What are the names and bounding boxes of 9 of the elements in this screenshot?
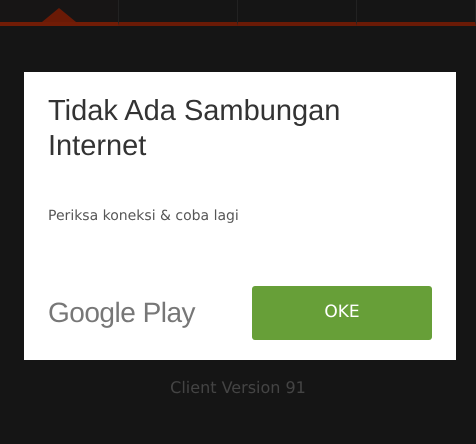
brand-logo-text: Google Play: [48, 296, 196, 330]
dialog-message: Periksa koneksi & coba lagi: [48, 207, 240, 226]
tab[interactable]: [119, 0, 238, 26]
tab[interactable]: [0, 0, 119, 26]
tab-indicator-icon: [42, 8, 76, 22]
tab[interactable]: [357, 0, 476, 26]
dialog-title: Tidak Ada Sambungan Internet: [48, 94, 342, 164]
tab[interactable]: [238, 0, 357, 26]
ok-button[interactable]: OKE: [252, 286, 432, 340]
